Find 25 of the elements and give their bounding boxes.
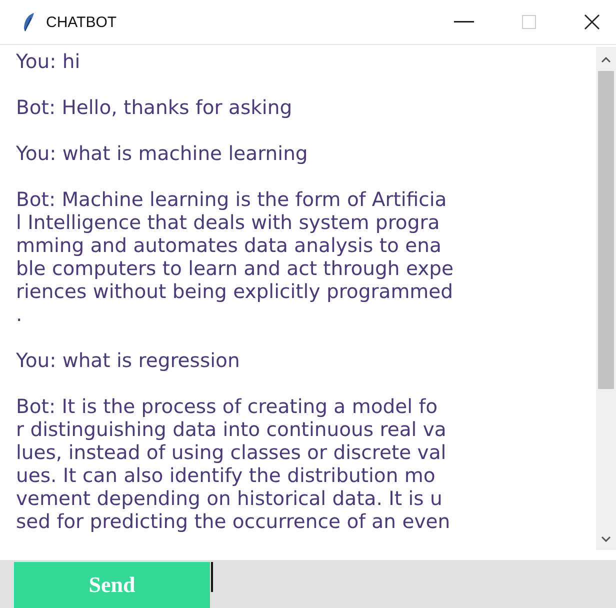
message-text: . [16, 303, 24, 326]
message-text: You: what is regression [16, 349, 241, 372]
scroll-thumb[interactable] [598, 71, 614, 389]
message-text: sed for predicting the occurrence of an even [16, 510, 452, 533]
message-text: You: what is machine learning [16, 142, 309, 165]
message-text: riences without being explicitly programmed [16, 280, 454, 303]
send-button[interactable]: Send [14, 562, 210, 608]
message-text: vement depending on historical data. It is u [16, 487, 444, 510]
feather-icon [22, 12, 36, 32]
close-icon[interactable] [584, 14, 600, 30]
message-text: l Intelligence that deals with system progra [16, 211, 441, 234]
message-text: Bot: Hello, thanks for asking [16, 96, 294, 119]
message-text: Bot: It is the process of creating a model fo [16, 395, 439, 418]
scroll-up-icon[interactable] [601, 57, 611, 63]
scroll-down-icon[interactable] [601, 536, 611, 542]
message-text: mming and automates data analysis to ena [16, 234, 442, 257]
message-text: ble computers to learn and act through expe [16, 257, 455, 280]
message-text: lues, instead of using classes or discrete val [16, 441, 448, 464]
message-text: You: hi [16, 50, 82, 73]
message-text: ues. It can also identify the distribution mo [16, 464, 436, 487]
message-text: Bot: Machine learning is the form of Artificia [16, 188, 448, 211]
window-title: CHATBOT [46, 14, 117, 30]
minimize-icon[interactable] [454, 21, 474, 23]
message-text: r distinguishing data into continuous real va [16, 418, 448, 441]
scrollbar[interactable] [596, 47, 616, 550]
